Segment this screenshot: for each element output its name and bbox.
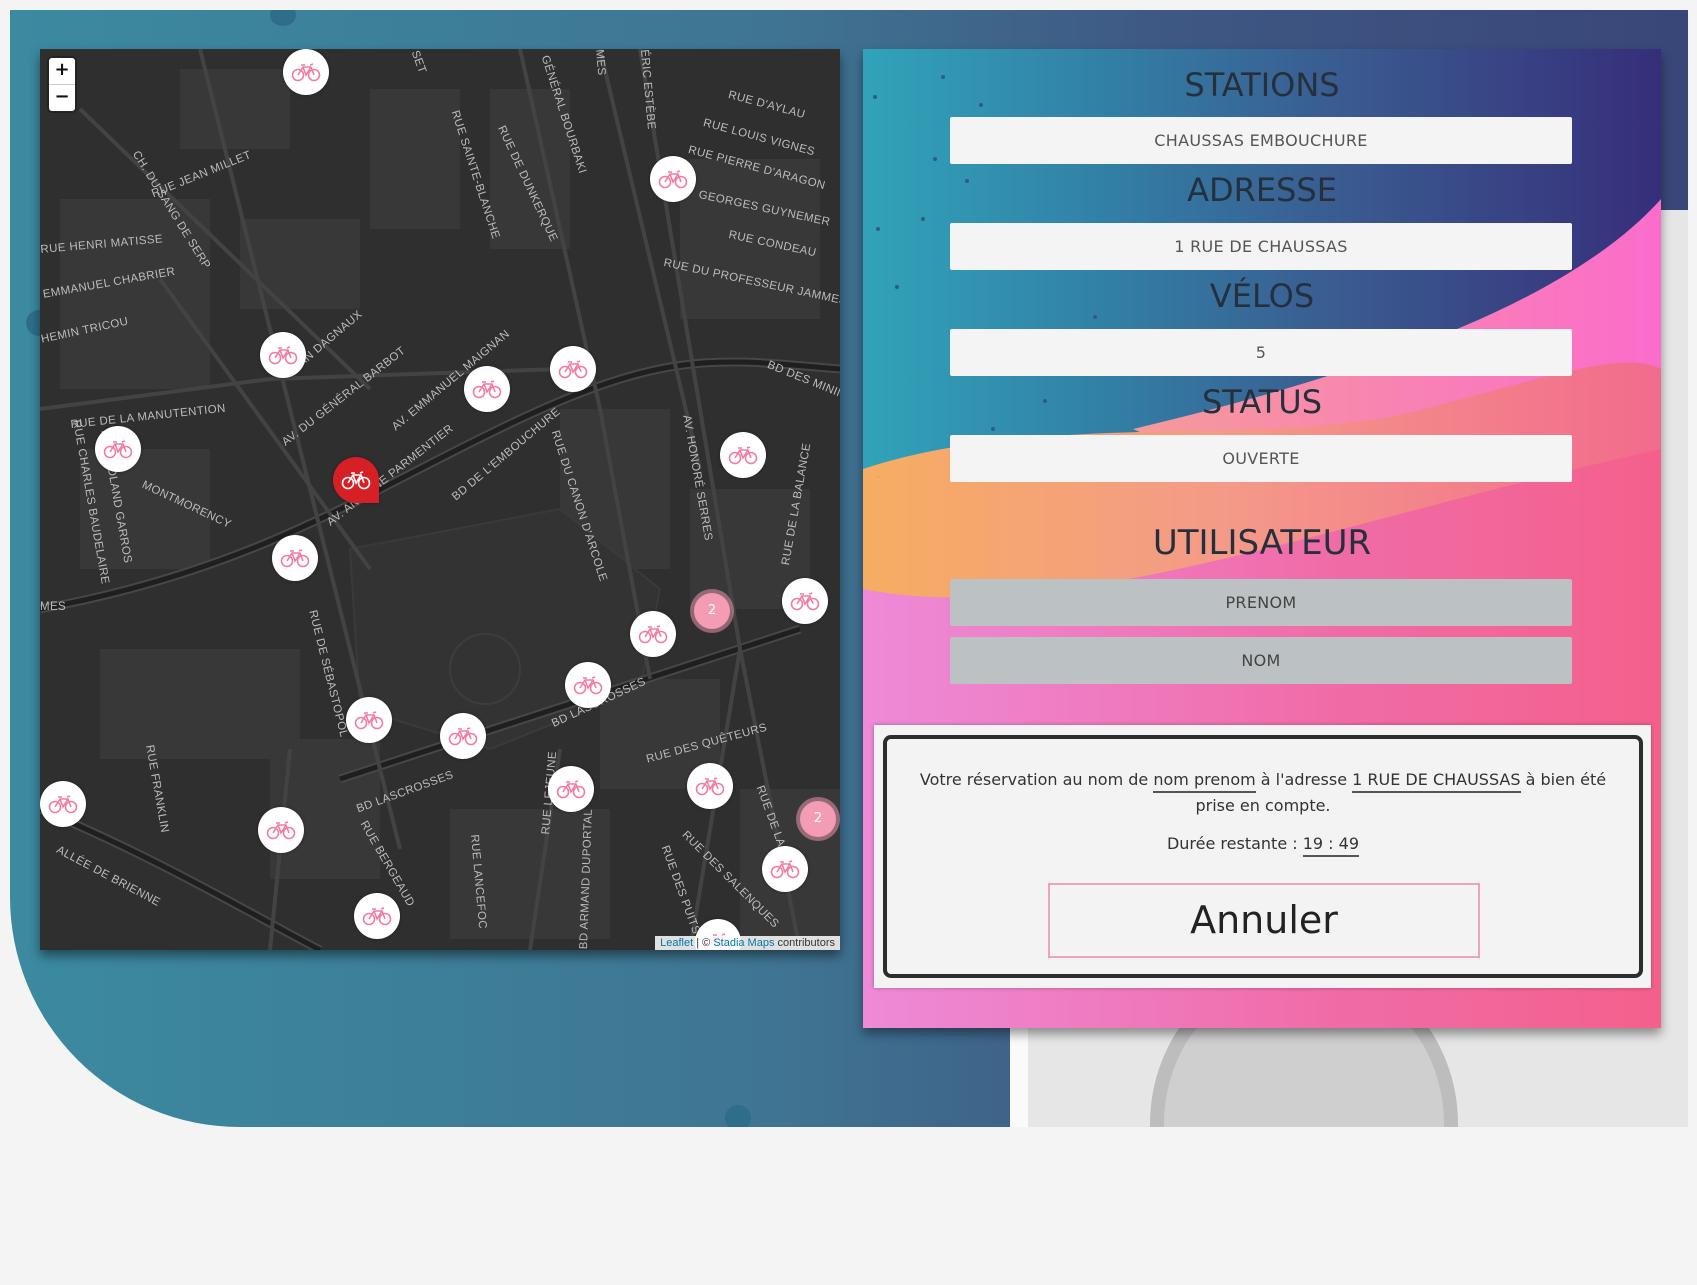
bicycle-icon [341, 471, 371, 490]
reservation-text: Votre réservation au nom de [919, 770, 1154, 789]
bicycle-icon [556, 780, 586, 799]
selected-station-marker[interactable] [333, 457, 379, 503]
bicycle-icon [790, 592, 820, 611]
bike-station-marker[interactable] [258, 807, 304, 853]
utilisateur-title: UTILISATEUR [1152, 523, 1372, 563]
bicycle-icon [472, 380, 502, 399]
bicycle-icon [573, 676, 603, 695]
bicycle-icon [362, 907, 392, 926]
map-attribution: Leaflet | © Stadia Maps contributors [655, 936, 840, 950]
bicycle-icon [448, 727, 478, 746]
street-label: MES [593, 49, 608, 77]
decor-dot [725, 1105, 751, 1127]
bike-station-marker[interactable] [630, 611, 676, 657]
bicycle-icon [291, 63, 321, 82]
bike-station-marker[interactable] [687, 763, 733, 809]
bicycle-icon [695, 777, 725, 796]
bike-station-marker[interactable] [283, 49, 329, 95]
decor-dot [270, 10, 296, 26]
bike-station-marker[interactable] [782, 578, 828, 624]
prenom-input[interactable]: PRENOM [950, 579, 1572, 626]
bike-station-marker[interactable] [40, 781, 86, 827]
bicycle-icon [770, 860, 800, 879]
zoom-out-button[interactable]: − [49, 84, 75, 111]
station-name-field: CHAUSSAS EMBOUCHURE [950, 117, 1572, 164]
station-cluster[interactable]: 2 [800, 801, 836, 837]
bicycle-icon [728, 446, 758, 465]
reservation-confirmation-card: Votre réservation au nom de nom prenom à… [874, 725, 1651, 988]
bike-station-marker[interactable] [548, 766, 594, 812]
bicycle-icon [658, 170, 688, 189]
reservation-user-name: nom prenom [1153, 770, 1256, 793]
bicycle-icon [266, 821, 296, 840]
nom-input[interactable]: NOM [950, 637, 1572, 684]
adresse-title: ADRESSE [1187, 171, 1337, 209]
adresse-field: 1 RUE DE CHAUSSAS [950, 223, 1572, 270]
bike-station-marker[interactable] [720, 432, 766, 478]
timer-label: Durée restante : [1166, 834, 1303, 853]
cancel-button[interactable]: Annuler [1048, 883, 1480, 958]
timer-seconds: 49 [1338, 834, 1360, 853]
map[interactable]: + − RUE JEAN MILLET CH. DU SANG DE SERP … [40, 49, 840, 950]
bike-station-marker[interactable] [565, 662, 611, 708]
reservation-address: 1 RUE DE CHAUSSAS [1352, 770, 1521, 793]
stations-title: STATIONS [1184, 66, 1340, 104]
attribution-contributors: contributors [774, 937, 835, 949]
velos-field: 5 [950, 329, 1572, 376]
zoom-control: + − [49, 58, 75, 111]
bike-station-marker[interactable] [260, 332, 306, 378]
leaflet-link[interactable]: Leaflet [660, 937, 693, 949]
street-label: MES [40, 601, 67, 613]
bike-station-marker[interactable] [95, 426, 141, 472]
bicycle-icon [638, 625, 668, 644]
bicycle-icon [268, 346, 298, 365]
velos-title: VÉLOS [1209, 277, 1315, 315]
station-cluster[interactable]: 2 [694, 593, 730, 629]
reservation-text: à l'adresse [1255, 770, 1353, 789]
bike-station-marker[interactable] [464, 366, 510, 412]
timer-minutes: 19 [1302, 834, 1324, 853]
bike-station-marker[interactable] [272, 535, 318, 581]
status-title: STATUS [1201, 383, 1323, 421]
reservation-confirmation-frame: Votre réservation au nom de nom prenom à… [883, 735, 1643, 978]
bike-station-marker[interactable] [762, 846, 808, 892]
bike-station-marker[interactable] [346, 697, 392, 743]
bicycle-icon [48, 795, 78, 814]
stadia-maps-link[interactable]: Stadia Maps [713, 937, 774, 949]
bicycle-icon [103, 440, 133, 459]
bicycle-icon [280, 549, 310, 568]
attribution-separator: | © [693, 937, 714, 949]
bike-station-marker[interactable] [440, 713, 486, 759]
bike-station-marker[interactable] [354, 893, 400, 939]
bicycle-icon [354, 711, 384, 730]
timer-separator: : [1323, 834, 1339, 853]
bike-station-marker[interactable] [650, 156, 696, 202]
bike-station-marker[interactable] [550, 346, 596, 392]
remaining-time: Durée restante : 19 : 49 [887, 831, 1639, 857]
zoom-in-button[interactable]: + [49, 58, 75, 84]
reservation-message: Votre réservation au nom de nom prenom à… [887, 767, 1639, 819]
status-field: OUVERTE [950, 435, 1572, 482]
bicycle-icon [558, 360, 588, 379]
